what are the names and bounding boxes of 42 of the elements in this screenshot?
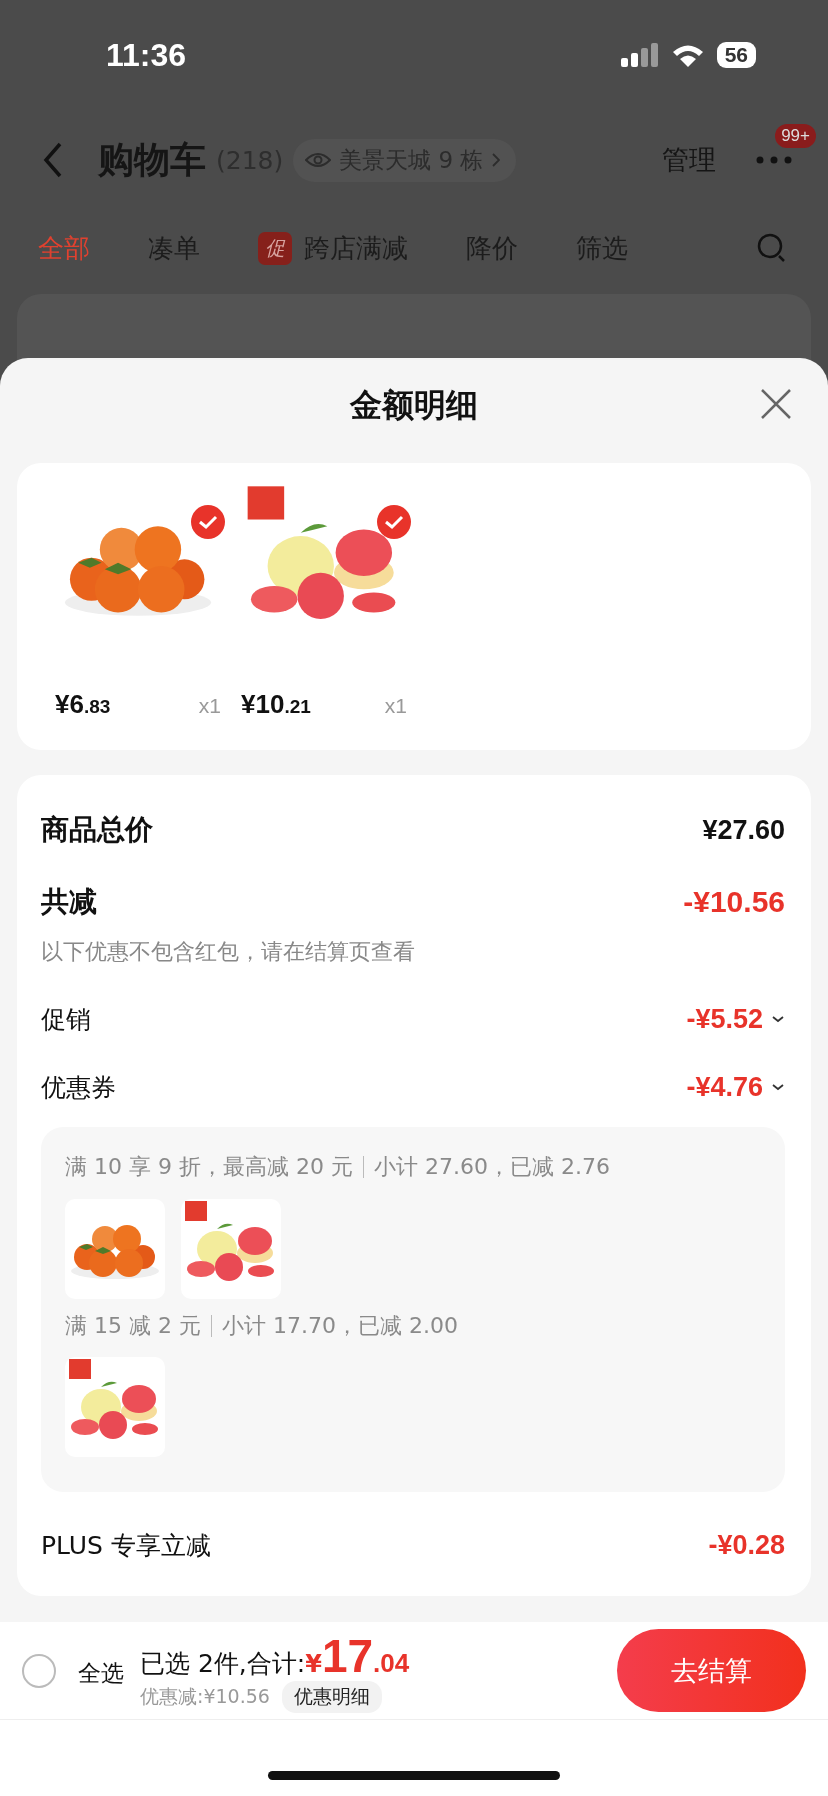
row-label: 促销: [41, 1003, 91, 1036]
row-label: 共减: [41, 884, 97, 920]
checkout-button[interactable]: 去结算: [617, 1629, 806, 1712]
total-price: ¥17.04: [305, 1628, 410, 1683]
row-value: -¥4.76: [686, 1071, 763, 1103]
product-price: ¥10.21: [241, 689, 311, 720]
coupon-rule: 满 15 减 2 元: [65, 1312, 201, 1340]
row-label: 商品总价: [41, 812, 153, 848]
notification-badge: 99+: [775, 124, 816, 148]
product-quantity: x1: [198, 694, 221, 718]
close-icon[interactable]: [760, 388, 792, 420]
coupon-subtotal: 小计 27.60，已减 2.76: [373, 1153, 610, 1181]
selection-summary: 已选 2件,合计:: [140, 1647, 306, 1680]
row-value: -¥0.28: [708, 1529, 785, 1561]
filter-tab[interactable]: 全部: [38, 230, 90, 266]
row-label: 优惠券: [41, 1071, 116, 1104]
chevron-right-icon: [491, 153, 500, 167]
select-all-radio[interactable]: [22, 1653, 56, 1688]
status-time: 11:36: [106, 36, 187, 74]
chevron-down-icon: [771, 1082, 785, 1092]
select-all-label[interactable]: 全选: [78, 1658, 124, 1689]
product-quantity: x1: [384, 694, 407, 718]
check-icon[interactable]: [377, 505, 411, 539]
promo-tag: 促: [258, 231, 292, 265]
signal-icon: [620, 43, 659, 67]
coupon-subtotal: 小计 17.70，已减 2.00: [221, 1312, 458, 1340]
row-value: ¥27.60: [702, 814, 785, 846]
chevron-down-icon: [771, 1014, 785, 1024]
discount-detail-button[interactable]: 优惠明细: [281, 1680, 382, 1713]
check-icon[interactable]: [191, 505, 225, 539]
row-value: -¥5.52: [686, 1003, 763, 1035]
discount-amount: 优惠减:¥10.56: [140, 1683, 270, 1709]
sheet-title: 金额明细: [350, 385, 478, 426]
product-price: ¥6.83: [55, 689, 111, 720]
back-icon[interactable]: [42, 141, 64, 179]
row-value: -¥10.56: [683, 885, 785, 919]
row-label: PLUS 专享立减: [41, 1529, 211, 1562]
coupon-rule: 满 10 享 9 折，最高减 20 元: [65, 1153, 353, 1181]
more-icon[interactable]: [756, 156, 792, 164]
discount-note: 以下优惠不包含红包，请在结算页查看: [41, 938, 416, 966]
battery-level: 56: [716, 42, 756, 68]
eye-icon: [305, 151, 332, 169]
